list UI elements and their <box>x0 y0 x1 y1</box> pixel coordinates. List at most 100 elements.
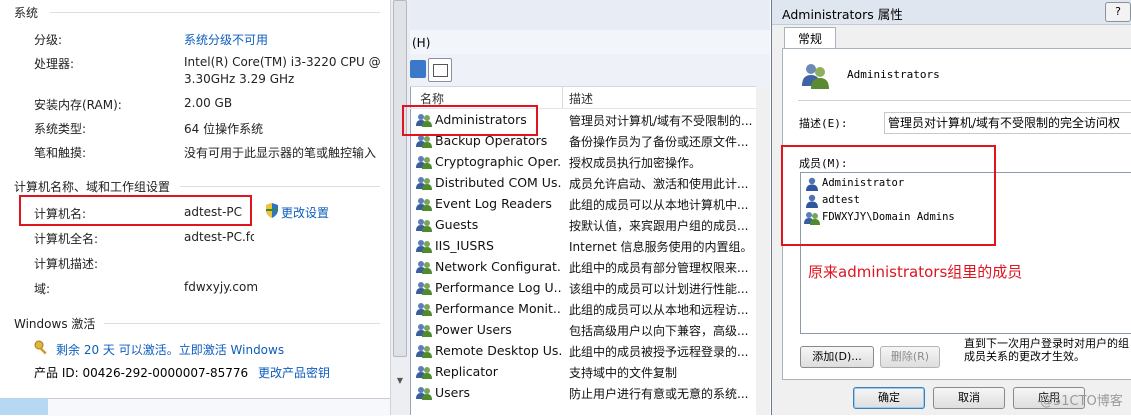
scroll-down-arrow[interactable]: ▼ <box>394 376 406 388</box>
watermark: @51CTO博客 <box>1040 394 1123 409</box>
toolbar <box>410 54 770 87</box>
group-icon <box>416 282 432 295</box>
ok-button[interactable]: 确定 <box>853 387 925 409</box>
group-icon <box>416 219 432 232</box>
shield-icon <box>266 203 278 218</box>
group-icon <box>416 198 432 211</box>
cpu-label: 处理器: <box>34 57 75 71</box>
ram-label: 安装内存(RAM): <box>34 98 122 112</box>
view-icon[interactable] <box>428 58 452 82</box>
highlight-box <box>19 195 252 226</box>
group-row-description: 此组中的成员被授予远程登录的... <box>569 345 749 359</box>
key-icon <box>34 340 47 355</box>
highlight-box <box>402 105 538 136</box>
section-system-title: 系统 <box>14 6 39 20</box>
group-icon <box>416 177 432 190</box>
section-activation-title: Windows 激活 <box>14 317 96 331</box>
group-row-name[interactable]: IIS_IUSRS <box>435 238 561 253</box>
divider <box>798 100 1131 101</box>
help-button[interactable]: ? <box>1105 2 1131 22</box>
divider <box>180 186 380 187</box>
full-name-value: adtest-PC.fd <box>184 230 254 244</box>
product-id: 产品 ID: 00426-292-0000007-85776 <box>34 366 249 380</box>
group-row-name[interactable]: Replicator <box>435 364 561 379</box>
dialog-title: Administrators 属性 <box>782 7 903 22</box>
domain-value: fdwxyjy.com <box>184 280 259 294</box>
group-row-name[interactable]: Performance Monit... <box>435 301 561 316</box>
group-row-description: 防止用户进行有意或无意的系统... <box>569 387 749 401</box>
group-icon <box>416 135 432 148</box>
description-label: 计算机描述: <box>34 257 99 271</box>
highlight-box <box>781 145 996 246</box>
group-icon <box>416 303 432 316</box>
membership-note: 直到下一次用户登录时对用户的组成员关系的更改才生效。 <box>964 337 1129 363</box>
activate-windows-link[interactable]: 剩余 20 天 可以激活。立即激活 Windows <box>56 341 284 358</box>
add-button[interactable]: 添加(D)... <box>800 346 874 368</box>
column-header-description[interactable]: 描述 <box>569 90 593 107</box>
description-field[interactable]: 管理员对计算机/域有不受限制的完全访问权 <box>884 112 1131 134</box>
window-titlebar-fragment <box>410 0 770 31</box>
domain-label: 域: <box>34 282 51 296</box>
group-icon <box>416 156 432 169</box>
cpu-value-line2: 3.30GHz 3.29 GHz <box>184 72 295 86</box>
group-row-name[interactable]: Users <box>435 385 561 400</box>
group-row-description: 该组中的成员可以计划进行性能... <box>569 282 749 296</box>
annotation-text: 原来administrators组里的成员 <box>808 263 1023 281</box>
sidebar-fragment <box>0 398 48 415</box>
group-row-description: 包括高级用户以向下兼容，高级... <box>569 324 749 338</box>
group-row-description: 成员允许启动、激活和使用此计... <box>569 177 749 191</box>
group-row-description: 授权成员执行加密操作。 <box>569 156 702 170</box>
group-row-description: 管理员对计算机/域有不受限制的... <box>569 114 753 128</box>
group-icon <box>416 366 432 379</box>
system-type-value: 64 位操作系统 <box>184 122 264 136</box>
group-row-description: 支持域中的文件复制 <box>569 366 678 380</box>
cancel-button[interactable]: 取消 <box>933 387 1005 409</box>
menu-help[interactable]: (H) <box>412 36 430 50</box>
group-row-description: 此组中的成员有部分管理权限来... <box>569 261 749 275</box>
rating-label: 分级: <box>34 33 63 47</box>
group-row-name[interactable]: Guests <box>435 217 561 232</box>
group-row-name[interactable]: Remote Desktop Us... <box>435 343 561 358</box>
status-bar <box>48 398 390 416</box>
group-row-name[interactable]: Network Configurat... <box>435 259 561 274</box>
section-computer-name-title: 计算机名称、域和工作组设置 <box>14 180 171 194</box>
cpu-value-line1: Intel(R) Core(TM) i3-3220 CPU @ <box>184 55 381 69</box>
rating-link[interactable]: 系统分级不可用 <box>184 31 268 48</box>
group-row-description: Internet 信息服务使用的内置组。 <box>569 240 753 254</box>
group-row-name[interactable]: Power Users <box>435 322 561 337</box>
group-icon <box>416 345 432 358</box>
divider <box>104 323 380 324</box>
group-row-description: 备份操作员为了备份或还原文件... <box>569 135 749 149</box>
scrollbar-thumb[interactable] <box>393 0 407 357</box>
group-row-description: 此组的成员可以从本地和远程访... <box>569 303 749 317</box>
system-info-panel: 系统 分级: 系统分级不可用 处理器: Intel(R) Core(TM) i3… <box>0 0 390 416</box>
tab-general[interactable]: 常规 <box>784 27 836 50</box>
remove-button[interactable]: 删除(R) <box>880 346 940 368</box>
menu-bar: (H) <box>410 30 770 54</box>
group-icon <box>416 261 432 274</box>
full-name-label: 计算机全名: <box>34 232 99 246</box>
group-row-name[interactable]: Cryptographic Oper... <box>435 154 561 169</box>
ram-value: 2.00 GB <box>184 96 233 110</box>
list-scrollbar[interactable] <box>756 86 770 415</box>
group-icon <box>802 64 829 89</box>
system-type-label: 系统类型: <box>34 122 87 136</box>
group-row-name[interactable]: Event Log Readers <box>435 196 561 211</box>
group-row-description: 按默认值，来宾跟用户组的成员... <box>569 219 749 233</box>
pen-label: 笔和触摸: <box>34 146 87 160</box>
pen-value: 没有可用于此显示器的笔或触控输入 <box>184 146 377 160</box>
column-divider <box>562 86 563 108</box>
divider <box>50 12 380 13</box>
change-settings-link[interactable]: 更改设置 <box>281 204 329 221</box>
group-icon <box>416 240 432 253</box>
group-row-name[interactable]: Performance Log U... <box>435 280 561 295</box>
group-row-name[interactable]: Distributed COM Us... <box>435 175 561 190</box>
description-label: 描述(E): <box>799 117 848 130</box>
toolbar-icon[interactable] <box>410 60 426 78</box>
group-row-description: 此组的成员可以从本地计算机中... <box>569 198 749 212</box>
group-icon <box>416 324 432 337</box>
group-icon <box>416 387 432 400</box>
dialog-titlebar: Administrators 属性 <box>772 0 1131 25</box>
group-name: Administrators <box>847 68 940 81</box>
change-product-key-link[interactable]: 更改产品密钥 <box>258 364 330 381</box>
